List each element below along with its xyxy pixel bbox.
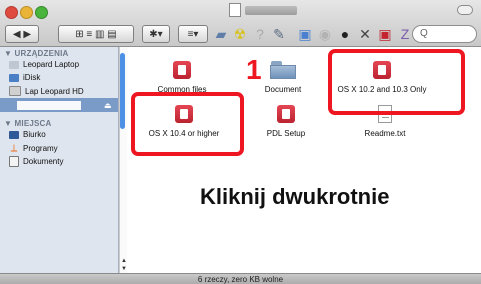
minimize-window-button[interactable]	[20, 6, 33, 19]
hard-drive-icon	[9, 86, 21, 96]
double-click-instruction: Kliknij dwukrotnie	[200, 184, 390, 209]
finder-window: ◀ ▶ ⊞ ≡ ▥ ▤ ✱▾ ≡▾ ▰ ☢ ? ✎ ▣ ◉ ● ✕ ▣ Z ◎ …	[0, 0, 481, 284]
highlight-os-x-10-4-or-higher	[131, 92, 244, 156]
applications-icon: ⟂	[10, 143, 18, 154]
application-icon	[173, 61, 191, 79]
sidebar-item-idisk[interactable]: iDisk	[9, 73, 40, 82]
view-buttons[interactable]: ⊞ ≡ ▥ ▤	[58, 25, 134, 43]
sidebar-section-devices: ▼ URZĄDZENIA	[4, 49, 69, 58]
sidebar-item-label: Programy	[23, 144, 58, 153]
sidebar-scroll-thumb[interactable]	[120, 53, 125, 129]
toolbar-toggle-button[interactable]	[457, 5, 473, 15]
laptop-icon	[9, 60, 19, 69]
view-label: ⊞ ≡ ▥ ▤	[75, 28, 117, 40]
window-title	[229, 3, 297, 17]
radioactive-toolbar-icon[interactable]: ☢	[231, 25, 249, 43]
folder-icon	[270, 61, 296, 79]
tools-toolbar-icon[interactable]: ✕	[356, 25, 374, 43]
folder-toolbar-icon[interactable]: ▰	[212, 25, 230, 43]
sidebar-item-label: Leopard Laptop	[23, 60, 80, 69]
sidebar-item-programy[interactable]: ⟂ Programy	[9, 143, 58, 154]
help-toolbar-icon[interactable]: ?	[251, 25, 269, 43]
network-toolbar-icon[interactable]: ▣	[296, 25, 314, 43]
utility-toolbar-icon[interactable]: ✎	[270, 25, 288, 43]
sidebar-item-label: Biurko	[23, 130, 46, 139]
action-menu-button[interactable]: ✱▾	[142, 25, 170, 43]
app-toolbar-icon[interactable]: ▣	[376, 25, 394, 43]
file-pdl-setup[interactable]: PDL Setup	[250, 105, 322, 138]
file-label: PDL Setup	[266, 129, 306, 138]
eject-icon[interactable]: ⏏	[104, 101, 112, 110]
file-label: Document	[264, 85, 302, 94]
sidebar-item-biurko[interactable]: Biurko	[9, 130, 46, 139]
action-menu-label: ✱▾	[149, 28, 163, 40]
application-icon	[277, 105, 295, 123]
title-bar: ◀ ▶ ⊞ ≡ ▥ ▤ ✱▾ ≡▾ ▰ ☢ ? ✎ ▣ ◉ ● ✕ ▣ Z ◎ …	[0, 0, 481, 47]
step-number: 1	[246, 54, 262, 85]
search-icon: Q	[420, 28, 428, 39]
highlight-os-x-10-2-and-10-3-only	[328, 49, 465, 115]
status-bar: 6 rzeczy, zero KB wolne	[0, 273, 481, 284]
idisk-icon	[9, 73, 19, 82]
navigation-label: ◀ ▶	[12, 28, 32, 40]
sidebar-section-places: ▼ MIEJSCA	[4, 119, 52, 128]
document-icon	[229, 3, 241, 17]
sidebar-item-leopard-laptop[interactable]: Leopard Laptop	[9, 60, 79, 69]
sidebar-item-dokumenty[interactable]: Dokumenty	[9, 156, 63, 167]
navigation-buttons[interactable]: ◀ ▶	[5, 25, 39, 43]
window-title-text	[245, 5, 297, 15]
sidebar-item-lap-leopard-hd[interactable]: Lap Leopard HD	[9, 86, 84, 96]
sidebar-item-label: iDisk	[23, 73, 41, 82]
sidebar: ▼ URZĄDZENIA Leopard Laptop iDisk Lap Le…	[0, 47, 119, 273]
zoom-window-button[interactable]	[35, 6, 48, 19]
file-common-files[interactable]: Common files	[146, 61, 218, 94]
desktop-icon	[9, 130, 19, 139]
selected-volume-name-placeholder	[17, 101, 81, 110]
arrange-menu-label: ≡▾	[187, 28, 199, 40]
disc-toolbar-icon[interactable]: ●	[336, 25, 354, 43]
disk-toolbar-icon[interactable]: ◉	[316, 25, 334, 43]
documents-icon	[9, 156, 19, 167]
close-window-button[interactable]	[5, 6, 18, 19]
sidebar-item-label: Dokumenty	[23, 157, 64, 166]
arrange-menu-button[interactable]: ≡▾	[178, 25, 208, 43]
file-label: Readme.txt	[364, 129, 406, 138]
search-input[interactable]: Q	[412, 25, 477, 43]
sidebar-item-label: Lap Leopard HD	[25, 86, 84, 96]
